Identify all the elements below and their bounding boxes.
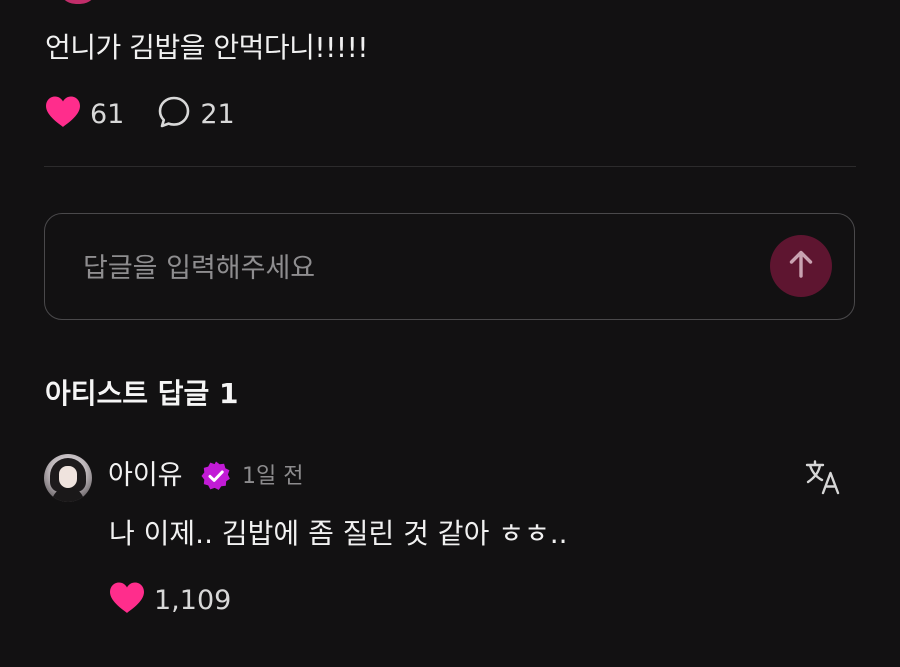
reply-like-button[interactable]: 1,109 [108, 581, 231, 619]
reply-text: 나 이제.. 김밥에 좀 질린 것 같아 ㅎㅎ.. [109, 517, 568, 550]
arrow-up-icon [787, 249, 815, 283]
reply-actions: 1,109 [108, 580, 263, 620]
avatar[interactable] [44, 454, 92, 502]
post-like-count: 61 [90, 98, 125, 130]
reply-input[interactable] [81, 244, 745, 292]
post-comment-button[interactable]: 21 [156, 94, 235, 134]
reply-like-count: 1,109 [154, 584, 232, 616]
translate-button[interactable] [804, 458, 842, 496]
divider [44, 166, 856, 167]
heart-icon [108, 581, 146, 619]
reply-timestamp: 1일 전 [242, 464, 304, 489]
speech-bubble-icon [156, 94, 192, 134]
verified-badge-icon [200, 460, 232, 492]
send-button[interactable] [770, 235, 832, 297]
post-comment-count: 21 [200, 98, 235, 130]
artist-reply: 아이유 1일 전 나 이제.. 김밥에 좀 질린 것 같아 ㅎㅎ.. 1,109 [44, 452, 856, 632]
reply-box [44, 213, 855, 320]
translate-icon [804, 460, 842, 500]
post-actions: 61 21 [44, 94, 267, 134]
post-text: 언니가 김밥을 안먹다니!!!!! [45, 31, 369, 64]
reply-author-name[interactable]: 아이유 [108, 456, 183, 496]
heart-icon [44, 95, 82, 133]
artist-replies-title: 아티스트 답글 1 [45, 377, 239, 410]
post-author-avatar[interactable] [58, 0, 98, 4]
post-like-button[interactable]: 61 [44, 95, 124, 133]
